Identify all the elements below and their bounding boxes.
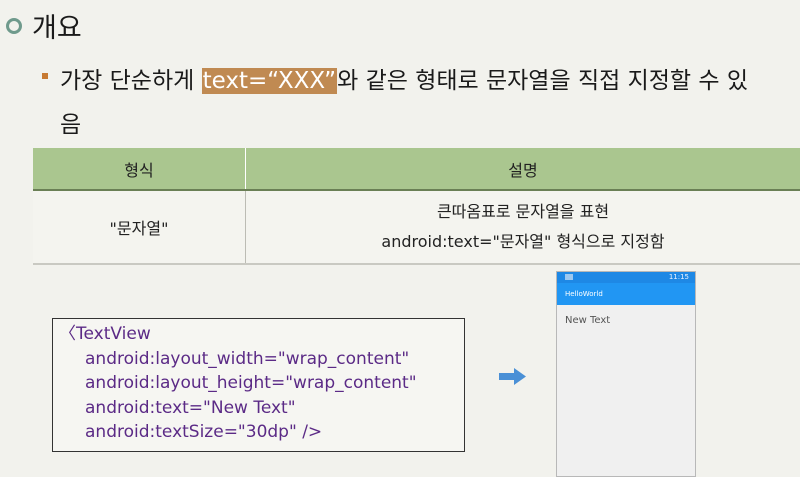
- cell-format: "문자열": [33, 190, 246, 265]
- text-view: New Text: [565, 315, 611, 326]
- code-line: android:layout_height="wrap_content": [85, 373, 417, 393]
- code-line: android:text="New Text": [85, 397, 296, 418]
- header-description: 설명: [245, 148, 800, 191]
- bullet-text-line2: 음: [60, 112, 82, 138]
- right-arrow-icon: [499, 368, 526, 385]
- code-line: 〈TextView: [59, 324, 151, 344]
- status-bar: 11:15: [557, 272, 695, 283]
- bullet-text-after: 와 같은 형태로 문자열을 직접 지정할 수 있: [337, 68, 748, 94]
- code-line: android:textSize="30dp" />: [85, 422, 323, 442]
- definition-table: 형식 설명 "문자열" 큰따옴표로 문자열을 표현 android:text="…: [33, 148, 800, 265]
- table-row: "문자열" 큰따옴표로 문자열을 표현 android:text="문자열" 형…: [33, 190, 800, 265]
- header-format: 형식: [33, 148, 246, 191]
- description-line-1: 큰따옴표로 문자열을 표현: [436, 202, 610, 221]
- notification-icon: [565, 274, 573, 280]
- section-heading: 개요: [6, 6, 82, 45]
- section-title: 개요: [32, 13, 82, 44]
- highlighted-code: text=“XXX”: [201, 68, 338, 94]
- table-header-row: 형식 설명: [33, 148, 800, 191]
- app-bar-title: HelloWorld: [557, 283, 695, 305]
- code-line: android:layout_width="wrap_content": [85, 348, 410, 369]
- bullet-text: 가장 단순하게 text=“XXX”와 같은 형태로 문자열을 직접 지정할 수…: [60, 58, 748, 104]
- bullet-text-before: 가장 단순하게: [60, 68, 202, 94]
- code-example-box: 〈TextView android:layout_width="wrap_con…: [52, 318, 465, 452]
- description-line-2: android:text="문자열" 형식으로 지정함: [381, 232, 665, 251]
- status-time: 11:15: [668, 273, 689, 281]
- ring-bullet-icon: [6, 17, 22, 34]
- phone-preview: 11:15 HelloWorld New Text: [556, 271, 696, 477]
- square-bullet-icon: [42, 73, 48, 79]
- cell-description: 큰따옴표로 문자열을 표현 android:text="문자열" 형식으로 지정…: [245, 190, 800, 265]
